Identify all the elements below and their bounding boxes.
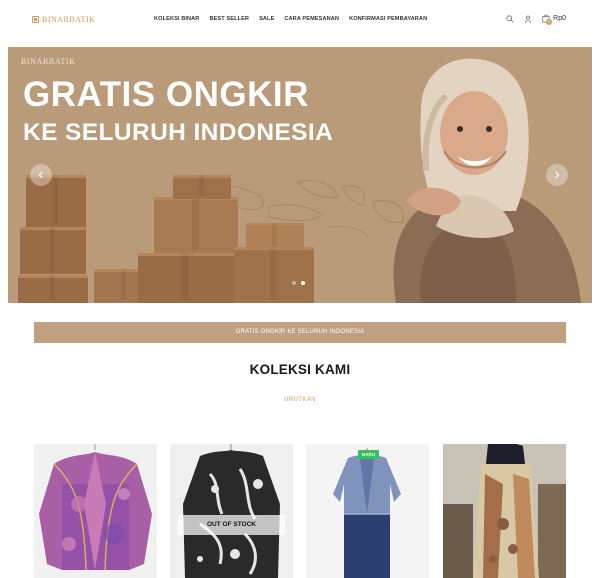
site-logo[interactable]: BINARBATIK	[32, 15, 95, 24]
sort-button[interactable]: URUTKAN	[0, 397, 600, 403]
cardboard-box	[234, 247, 314, 303]
chevron-left-icon	[38, 171, 43, 179]
cardboard-box	[18, 275, 88, 303]
hero-next-button[interactable]	[546, 164, 568, 186]
section-title: KOLEKSI KAMI	[249, 362, 351, 377]
main-nav: KOLEKSI BINAR BEST SELLER SALE CARA PEME…	[154, 16, 427, 22]
hero-prev-button[interactable]	[30, 164, 52, 186]
hero-dot[interactable]	[292, 281, 296, 285]
out-of-stock-label: OUT OF STOCK	[178, 515, 285, 535]
product-image	[333, 448, 401, 578]
logo-mark-icon	[32, 16, 39, 23]
nav-item-koleksi-binar[interactable]: KOLEKSI BINAR	[154, 16, 199, 22]
cardboard-box	[173, 175, 231, 199]
product-card[interactable]	[34, 444, 157, 578]
cardboard-box	[154, 197, 238, 253]
nav-item-cara-pemesanan[interactable]: CARA PEMESANAN	[284, 16, 339, 22]
product-image	[183, 444, 280, 578]
cardboard-box	[138, 253, 234, 303]
product-image	[39, 444, 152, 571]
cart-count-badge: 0	[546, 19, 553, 25]
header-actions: 0 Rp0	[506, 14, 566, 25]
chevron-right-icon	[555, 171, 560, 179]
search-icon[interactable]	[506, 14, 514, 23]
nav-item-konfirmasi-pembayaran[interactable]: KONFIRMASI PEMBAYARAN	[349, 16, 427, 22]
hero-pagination	[292, 281, 305, 285]
site-header: BINARBATIK KOLEKSI BINAR BEST SELLER SAL…	[0, 0, 600, 44]
hero-dot-active[interactable]	[301, 281, 305, 285]
user-icon[interactable]	[524, 15, 532, 23]
hero-headline: GRATIS ONGKIR	[23, 75, 309, 114]
product-image	[443, 444, 566, 578]
hero-subheadline: KE SELURUH INDONESIA	[23, 119, 334, 146]
product-card[interactable]: OUT OF STOCK	[170, 444, 293, 578]
cart-total: Rp0	[553, 15, 566, 22]
nav-item-sale[interactable]: SALE	[259, 16, 274, 22]
shipping-promo-strip: GRATIS ONGKIR KE SELURUH INDONESIA	[34, 322, 566, 343]
cart-button[interactable]: 0 Rp0	[542, 14, 566, 25]
cardboard-box	[246, 223, 304, 249]
cardboard-box	[20, 227, 86, 274]
product-card[interactable]: BARU	[306, 444, 429, 578]
product-card[interactable]	[443, 444, 566, 578]
new-badge: BARU	[358, 450, 379, 459]
nav-item-best-seller[interactable]: BEST SELLER	[209, 16, 249, 22]
hero-banner[interactable]: BINARBATIK GRATIS ONGKIR KE SELURUH INDO…	[8, 47, 592, 303]
hero-brand-mark: BINARBATIK	[21, 57, 76, 66]
logo-text: BINARBATIK	[42, 15, 96, 24]
